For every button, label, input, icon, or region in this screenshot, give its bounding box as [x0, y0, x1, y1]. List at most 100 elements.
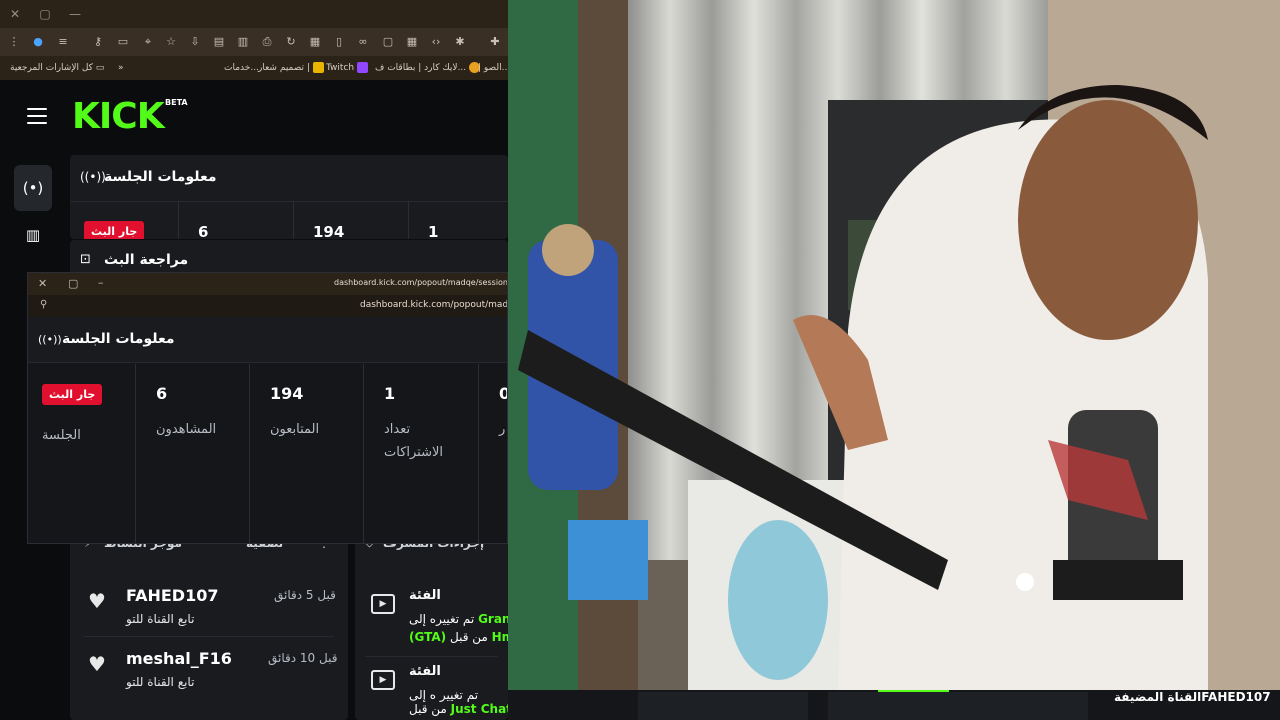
live-status-badge: جار البث: [84, 221, 145, 239]
minimize-icon[interactable]: —: [67, 6, 83, 22]
clipboard-icon[interactable]: ▢: [380, 34, 396, 50]
stat-value: 6: [156, 384, 168, 403]
folder-icon: ▭: [95, 63, 105, 73]
download-icon[interactable]: ⇩: [187, 34, 203, 50]
bookmark-item[interactable]: | الصو...: [478, 60, 510, 76]
stat-followers: 194 المتابعون: [250, 364, 364, 543]
browser-titlebar: ✕ ▢ —: [0, 0, 508, 28]
bookmark-item[interactable]: لايك كارد | بطاقات ف...: [375, 60, 483, 76]
more-bookmarks-button[interactable]: »: [118, 60, 124, 76]
trash-icon[interactable]: ▥: [235, 34, 251, 50]
bookmark-label: تصميم شعار |: [258, 63, 310, 73]
session-info-panel: ((•)) معلومات الجلسة جار البث 6 194 1: [70, 155, 508, 239]
stat-extra: 0 ر: [479, 364, 507, 543]
feed-time: قبل 5 دقائق: [274, 588, 336, 602]
popout-header: ((•)) معلومات الجلسة: [28, 317, 507, 363]
all-bookmarks-button[interactable]: كل الإشارات المرجعية ▭: [10, 60, 104, 76]
stat-viewers: 6 المشاهدون: [136, 364, 250, 543]
stat-subscriptions: 1 تعداد الاشتراكات: [364, 364, 479, 543]
hamburger-menu-icon[interactable]: [27, 108, 47, 124]
screen: ✕ ▢ — ⋮ ● ≡ ⚷ ▭ ⌖ ☆ ⇩ ▤ ▥ ⎙ ↻ ▦ ▯ ∞ ▢ ▦ …: [0, 0, 1280, 720]
browser-chrome: ✕ ▢ — ⋮ ● ≡ ⚷ ▭ ⌖ ☆ ⇩ ▤ ▥ ⎙ ↻ ▦ ▯ ∞ ▢ ▦ …: [0, 0, 510, 80]
reader-icon[interactable]: ▯: [331, 34, 347, 50]
camera-icon: ⊡: [80, 252, 91, 267]
subs-value: 1: [428, 223, 439, 239]
notes-icon[interactable]: ▤: [211, 34, 227, 50]
popout-url[interactable]: dashboard.kick.com/popout/madqe: [360, 300, 507, 310]
qr-icon[interactable]: ▦: [307, 34, 323, 50]
code-icon[interactable]: ‹›: [428, 34, 444, 50]
session-info-title: معلومات الجلسة: [104, 169, 217, 185]
stat-value: 0: [499, 384, 507, 403]
mod-action-category: (GTA): [409, 630, 447, 644]
minimize-icon[interactable]: –: [98, 276, 104, 289]
session-info-popout-window: ✕ ▢ – dashboard.kick.com/popout/madqe/se…: [27, 272, 508, 544]
bookmark-label: لايك كارد | بطاقات ف...: [375, 63, 467, 73]
live-status-badge: جار البث: [42, 384, 103, 405]
extensions-icon[interactable]: ✚: [487, 34, 503, 50]
bookmark-item[interactable]: تصميم شعار |: [258, 60, 327, 76]
bookmark-item[interactable]: Twitch: [326, 60, 371, 76]
stat-label: المشاهدون: [156, 422, 217, 437]
site-info-icon[interactable]: ⚲: [40, 299, 47, 310]
print-icon[interactable]: ⎙: [259, 34, 275, 50]
bug-icon[interactable]: ✱: [452, 34, 468, 50]
star-icon[interactable]: ☆: [163, 34, 179, 50]
browser-toolbar: ⋮ ● ≡ ⚷ ▭ ⌖ ☆ ⇩ ▤ ▥ ⎙ ↻ ▦ ▯ ∞ ▢ ▦ ‹› ✱ ✚: [0, 28, 508, 56]
refresh-icon[interactable]: ↻: [283, 34, 299, 50]
video-icon: ▶: [371, 594, 395, 614]
stream-preview-title: مراجعة البث: [104, 252, 189, 268]
mod-action-category: Grand: [478, 612, 508, 626]
mod-action-text: من قبل: [409, 702, 447, 716]
overlay-block: [828, 692, 1088, 720]
host-label: القناة المضيفة: [1114, 690, 1202, 704]
more-bookmarks-label: »: [118, 63, 124, 73]
host-user: FAHED107: [1201, 690, 1271, 704]
sidebar-item-analytics-icon[interactable]: ▥: [14, 212, 52, 258]
bookmark-label: خدمات...: [224, 63, 259, 73]
kick-logo[interactable]: KICK: [72, 96, 165, 137]
mod-action-user: Hm: [491, 630, 508, 644]
feed-username[interactable]: meshal_F16: [126, 649, 232, 668]
bookmark-item[interactable]: خدمات...: [224, 60, 259, 76]
mod-action-line: (GTA) من قبل Hm: [409, 630, 508, 644]
popout-url-bar: ⚲ dashboard.kick.com/popout/madqe: [28, 295, 507, 317]
mod-action-text: تم تغييره إلى: [409, 612, 475, 626]
stat-label: ر: [499, 422, 506, 437]
globe-icon[interactable]: ●: [30, 34, 46, 50]
playlist-icon[interactable]: ≡: [55, 34, 71, 50]
maximize-icon[interactable]: ▢: [68, 277, 78, 290]
close-icon[interactable]: ✕: [38, 277, 47, 290]
all-bookmarks-label: كل الإشارات المرجعية: [10, 63, 93, 73]
activity-feed-panel: ⚡ موجز النشاط تصفية ⋮ ♥ FAHED107 قبل 5 د…: [70, 530, 348, 720]
mod-actions-panel: ⛉ إجراءات المشرف ▶ الفئة تم تغييره إلى G…: [355, 530, 508, 720]
followers-value: 194: [313, 223, 345, 239]
feed-description: تابع القناة للتو: [126, 675, 195, 689]
popout-title: معلومات الجلسة: [62, 331, 175, 347]
mod-action-line: تم تغييره إلى Grand: [409, 612, 508, 626]
feed-username[interactable]: FAHED107: [126, 586, 218, 605]
key-icon[interactable]: ⚷: [90, 34, 106, 50]
heart-icon: ♥: [88, 652, 106, 676]
bookmark-label: Twitch: [326, 63, 355, 73]
mod-action-category: Just Chatting: [450, 702, 508, 716]
stream-overlay-bar: القناة المضيفةFAHED107: [508, 690, 1280, 720]
location-icon[interactable]: ⌖: [140, 34, 156, 50]
feed-description: تابع القناة للتو: [126, 612, 195, 626]
card-icon[interactable]: ▭: [115, 34, 131, 50]
link-icon[interactable]: ∞: [355, 34, 371, 50]
popout-titlebar: ✕ ▢ – dashboard.kick.com/popout/madqe/se…: [28, 273, 507, 295]
overlay-block: [638, 692, 808, 720]
close-icon[interactable]: ✕: [7, 6, 23, 22]
stat-session: جار البث الجلسة: [28, 364, 136, 543]
bookmark-label: | الصو...: [478, 63, 511, 73]
calendar-icon[interactable]: ▦: [404, 34, 420, 50]
maximize-icon[interactable]: ▢: [37, 6, 53, 22]
mod-action-text: من قبل: [449, 630, 488, 644]
bookmark-favicon-icon: [312, 62, 324, 73]
menu-dots-icon[interactable]: ⋮: [6, 34, 22, 50]
stat-label: المتابعون: [270, 422, 320, 437]
sidebar-item-live-icon[interactable]: (•): [14, 165, 52, 211]
broadcast-icon: ((•)): [80, 170, 106, 184]
bookmarks-bar: كل الإشارات المرجعية ▭ » خدمات... تصميم …: [0, 56, 510, 80]
